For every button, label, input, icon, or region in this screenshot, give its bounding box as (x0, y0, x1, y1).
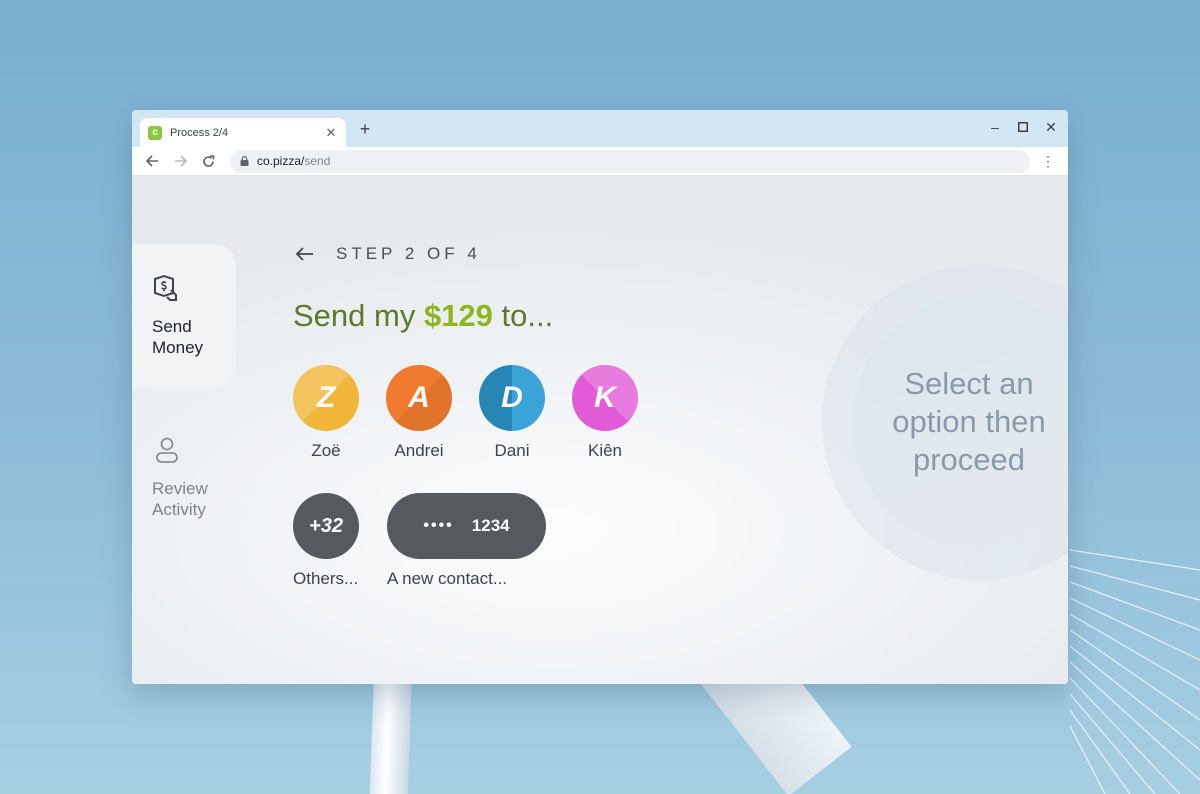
address-bar[interactable]: co.pizza/send (230, 149, 1030, 173)
browser-toolbar: co.pizza/send ⋮ (132, 147, 1068, 176)
new-tab-button[interactable]: + (354, 119, 376, 140)
contact-kien[interactable]: K Kiên (572, 365, 665, 461)
sidebar-item-send-money[interactable]: Send Money (132, 244, 236, 388)
tab-strip: c Process 2/4 ✕ + – ✕ (132, 110, 1068, 147)
masked-digits: •••• (423, 517, 454, 534)
browser-tab[interactable]: c Process 2/4 ✕ (140, 118, 346, 147)
browser-window: c Process 2/4 ✕ + – ✕ co.pizza/send ⋮ Se… (132, 110, 1068, 684)
step-indicator: STEP 2 OF 4 (294, 244, 481, 264)
user-icon (156, 437, 178, 463)
step-label: STEP 2 OF 4 (336, 244, 481, 263)
maximize-icon[interactable] (1014, 118, 1032, 136)
contact-name: Dani (494, 441, 530, 460)
contact-andrei[interactable]: A Andrei (386, 365, 479, 461)
contact-name: Kiên (587, 441, 623, 460)
money-transfer-icon (154, 274, 177, 301)
browser-menu-icon[interactable]: ⋮ (1036, 153, 1060, 170)
others-button[interactable]: +32 Others... (293, 493, 359, 589)
headline-suffix: to... (492, 298, 554, 333)
sidebar-item-label: Send (152, 317, 192, 336)
tab-title: Process 2/4 (170, 126, 229, 139)
sidebar-item-label: Review (152, 479, 208, 498)
sidebar-item-label: Money (152, 338, 204, 357)
app-content: Send Money Review Activity STEP 2 OF 4 S… (132, 176, 1068, 684)
close-window-icon[interactable]: ✕ (1042, 118, 1060, 136)
contact-name: Andrei (394, 441, 444, 460)
avatar-initial: K (594, 381, 616, 414)
avatar-initial: Z (316, 381, 336, 414)
forward-nav-icon[interactable] (168, 150, 192, 172)
avatar-initial: A (408, 381, 430, 414)
side-navigation: Send Money Review Activity (132, 176, 237, 684)
contact-list: Z Zoë A Andrei D Dani K Kiên (293, 365, 665, 461)
card-last4: 1234 (471, 516, 510, 535)
new-contact-label: A new contact... (387, 569, 508, 588)
back-arrow-icon[interactable] (294, 246, 314, 262)
sidebar-item-review-activity[interactable]: Review Activity (132, 406, 236, 520)
tab-close-icon[interactable]: ✕ (324, 125, 338, 141)
sidebar-item-label: Activity (152, 500, 206, 519)
page-title: Send my $129 to... (293, 298, 553, 334)
headline-prefix: Send my (293, 298, 424, 333)
avatar: D (479, 365, 545, 431)
avatar: Z (293, 365, 359, 431)
contact-name: Zoë (311, 441, 341, 460)
avatar: K (572, 365, 638, 431)
back-nav-icon[interactable] (140, 150, 164, 172)
new-contact-button[interactable]: •••• 1234 A new contact... (387, 493, 546, 589)
more-options: +32 Others... •••• 1234 A new contact... (293, 493, 546, 589)
card-number-pill: •••• 1234 (387, 493, 546, 559)
lock-icon (240, 156, 249, 166)
window-controls: – ✕ (986, 118, 1060, 136)
contact-dani[interactable]: D Dani (479, 365, 572, 461)
avatar-initial: D (501, 381, 523, 414)
url-path: send (304, 154, 331, 168)
background-cables (1069, 549, 1200, 794)
amount-value: $129 (423, 298, 493, 333)
others-count: +32 (293, 493, 359, 559)
reload-icon[interactable] (196, 150, 220, 172)
minimize-icon[interactable]: – (986, 118, 1004, 136)
favicon-icon: c (148, 125, 162, 140)
url-host: co.pizza/ (257, 154, 305, 168)
others-label: Others... (293, 569, 359, 588)
avatar: A (386, 365, 452, 431)
contact-zoe[interactable]: Z Zoë (293, 365, 386, 461)
proceed-text: Select an option then proceed (892, 366, 1046, 477)
